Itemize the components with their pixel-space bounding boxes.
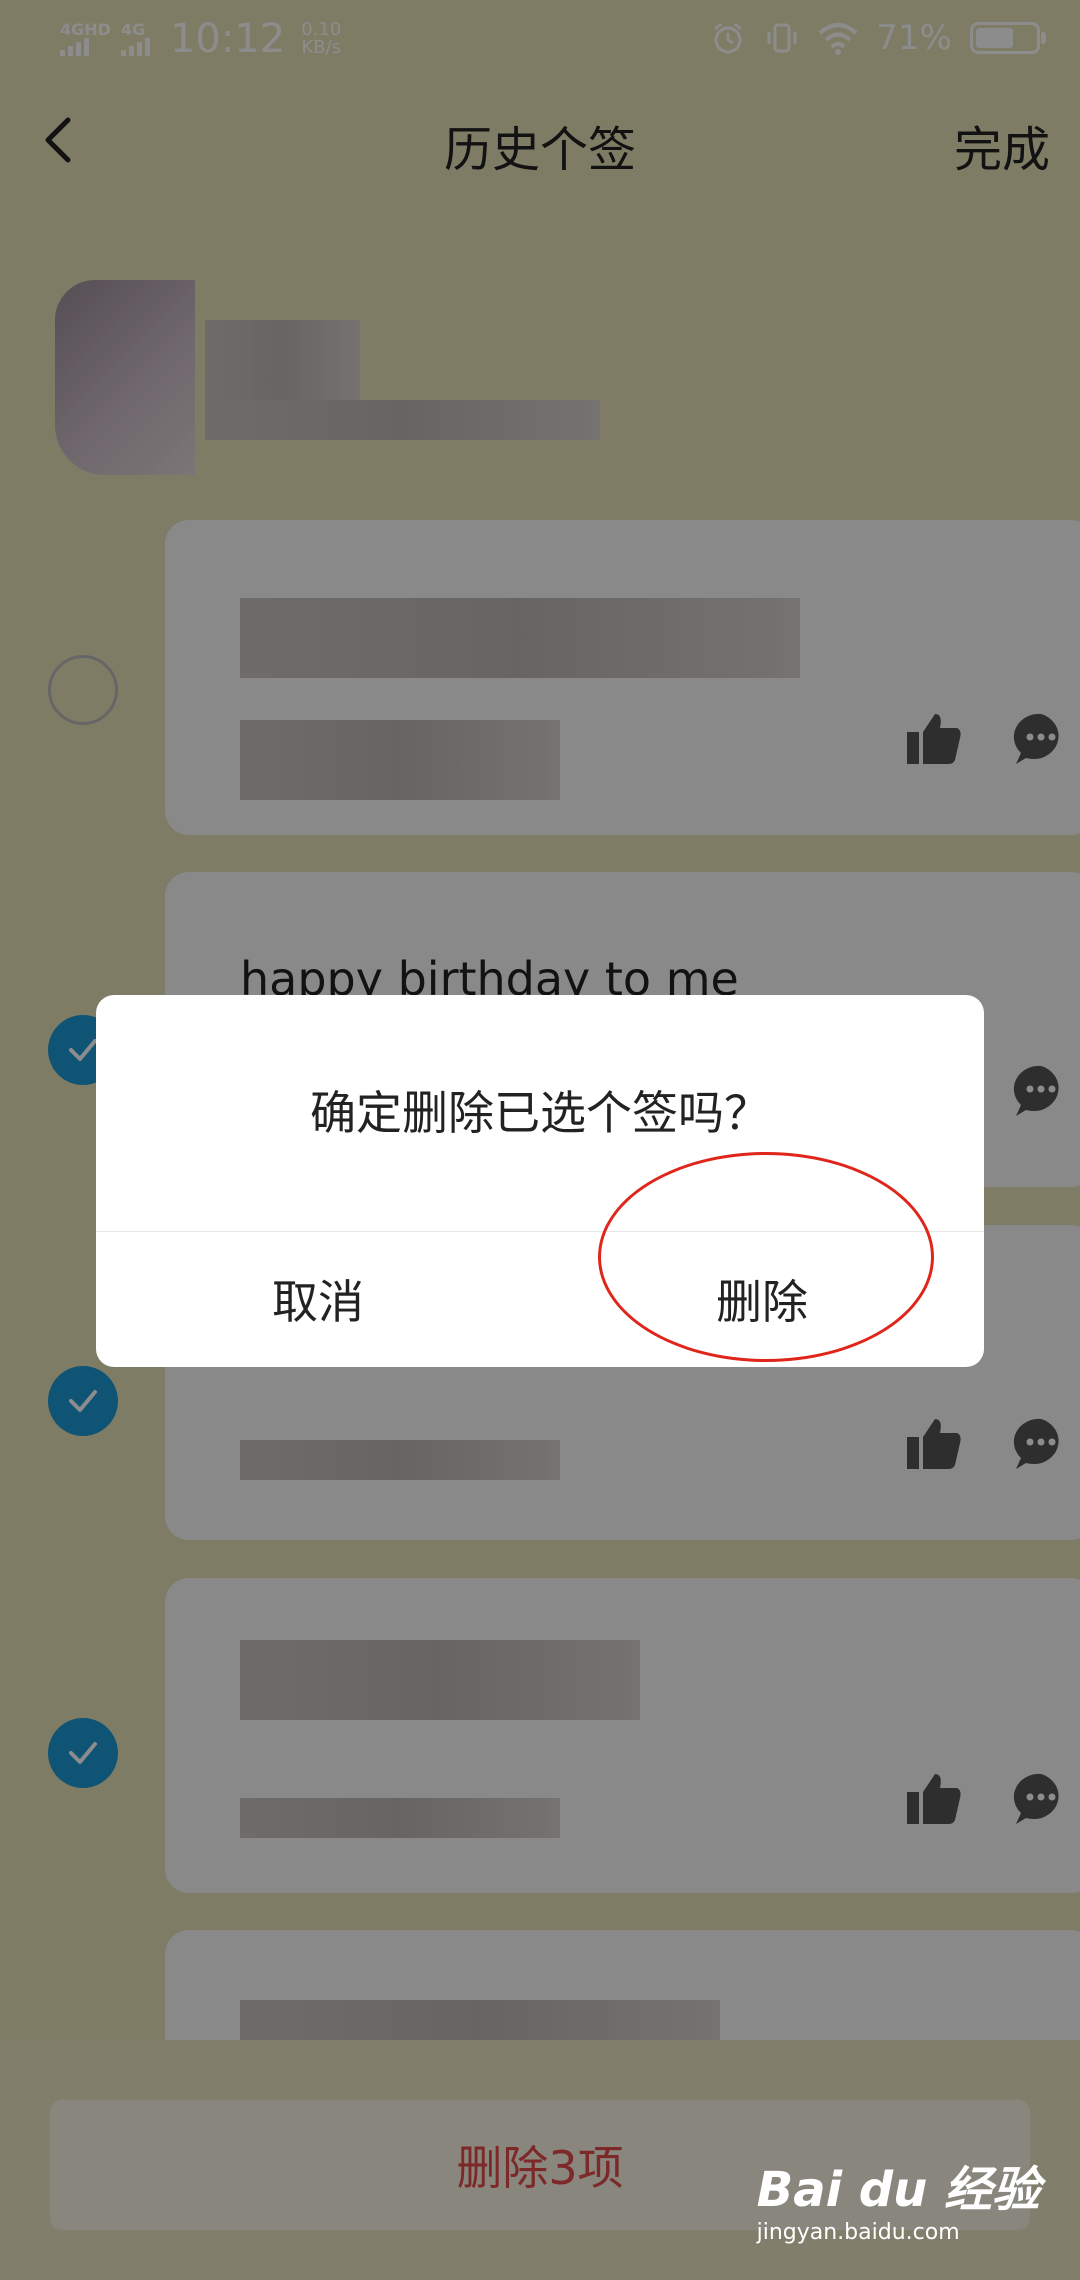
highlight-ring xyxy=(598,1152,934,1362)
watermark-brand: Bai du 经验 xyxy=(756,2162,1040,2218)
cancel-button[interactable]: 取消 xyxy=(96,1231,540,1367)
watermark-url: jingyan.baidu.com xyxy=(756,2220,960,2245)
dialog-message: 确定删除已选个签吗？ xyxy=(310,1086,770,1140)
watermark: Bai du 经验 jingyan.baidu.com xyxy=(757,2150,1040,2245)
screen: 4GHD 4G 10:12 0.10 KB/s 71% 历史个签 完成 happ… xyxy=(0,0,1080,2280)
